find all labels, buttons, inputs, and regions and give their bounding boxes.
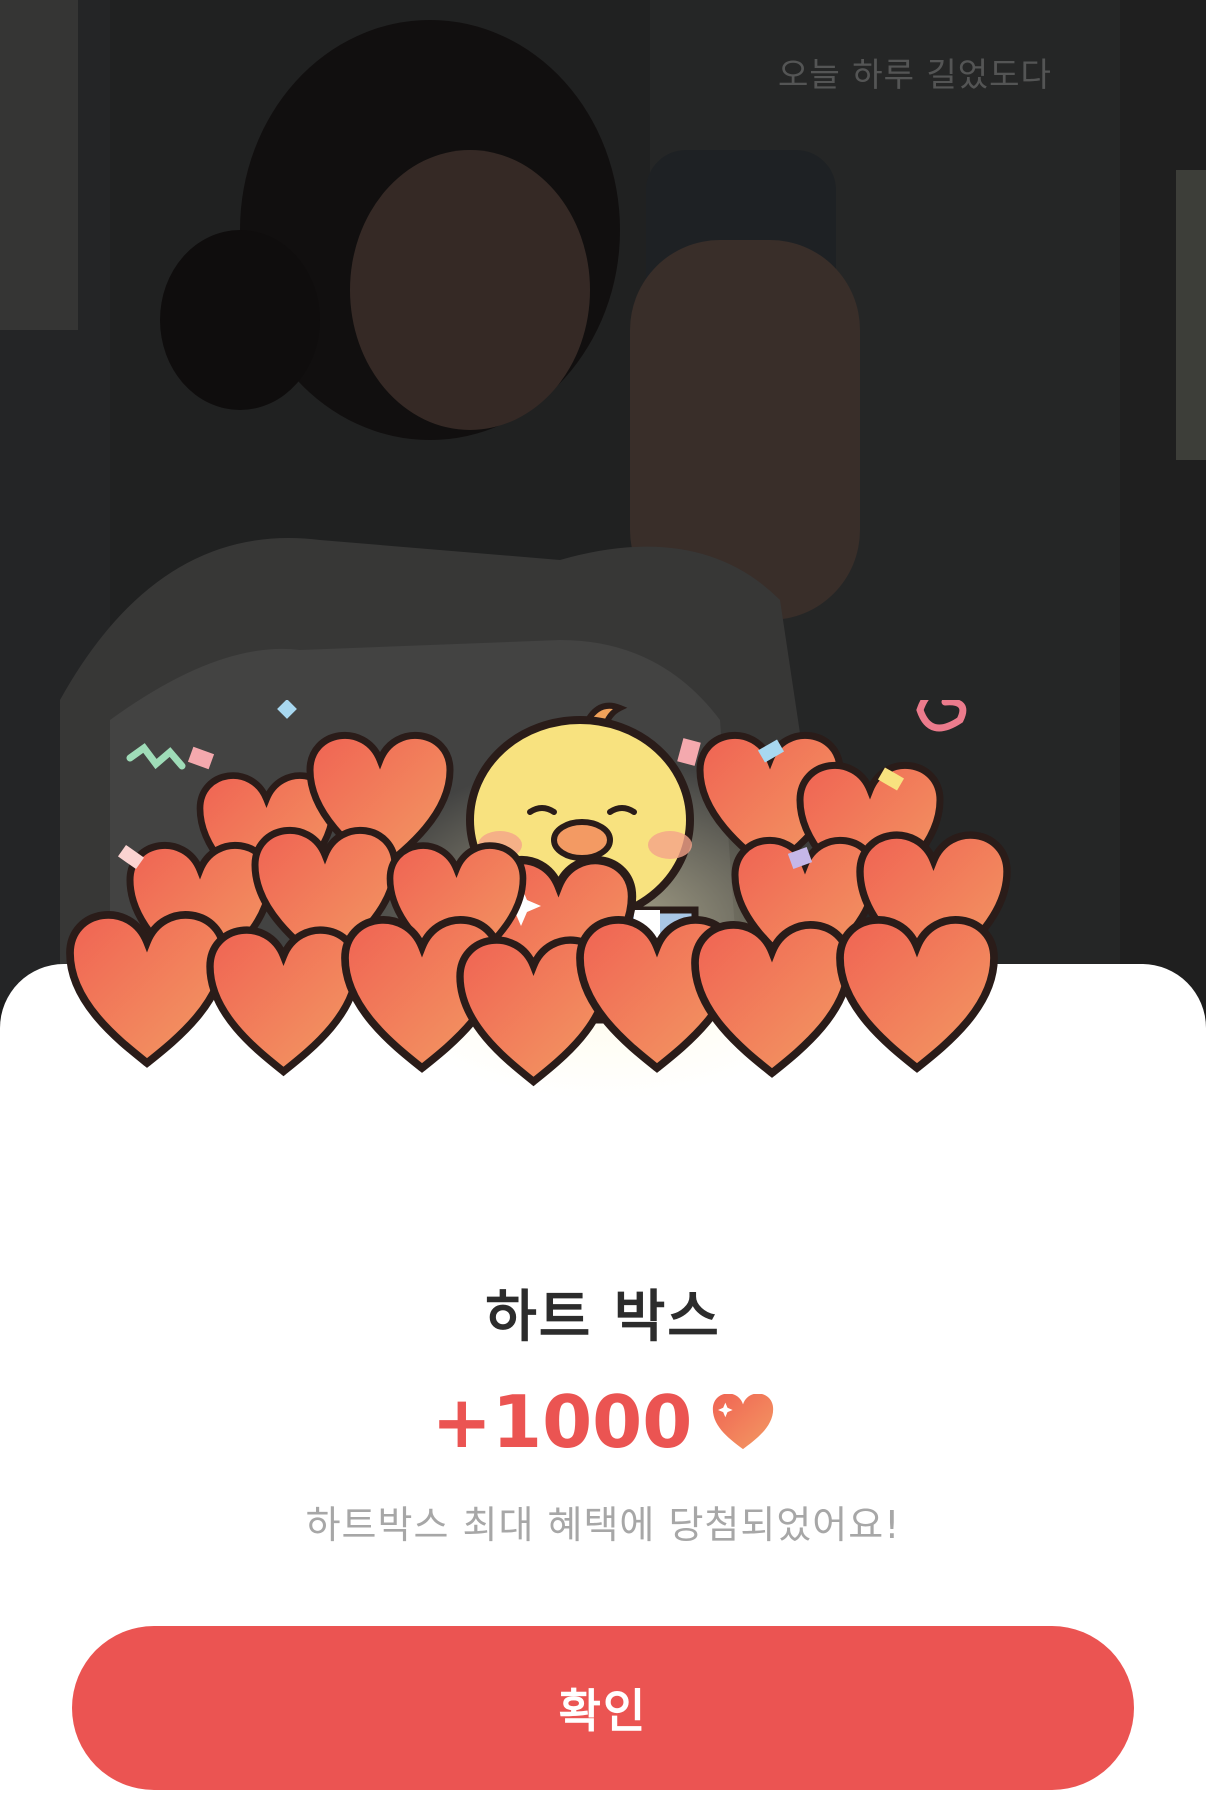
heart-icon [713,1394,774,1450]
reward-amount: +1000 [431,1380,693,1464]
reward-row: +1000 [0,1380,1206,1464]
photo-caption: 오늘 하루 길었도다 [778,55,1052,94]
heart-icon [840,920,994,1068]
reward-message: 하트박스 최대 혜택에 당첨되었어요! [305,1503,901,1547]
confirm-button[interactable]: 확인 [72,1626,1134,1790]
popup-title: 하트 박스 [485,1285,721,1350]
heart-box-screen: 오늘 하루 길었도다 하트 박스 +1000 하트박스 최대 혜택에 당첨되었어… [0,0,1206,1813]
heart-icon [70,915,224,1063]
heart-box-illustration [60,700,1150,1100]
heart-icon [210,930,357,1071]
